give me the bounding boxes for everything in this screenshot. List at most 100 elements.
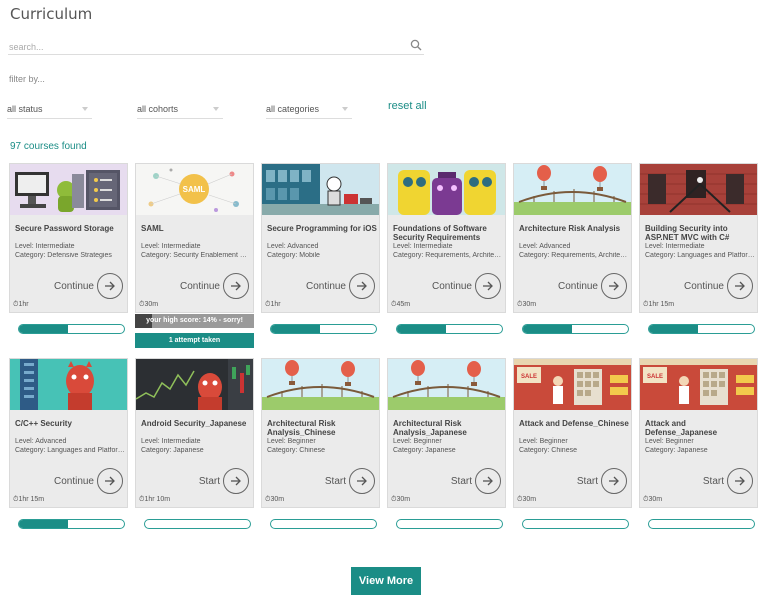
category-filter-dropdown[interactable]: all categories xyxy=(266,100,352,119)
course-arrow-button[interactable] xyxy=(97,468,123,494)
course-duration: ⏱30m xyxy=(517,496,537,503)
search-icon[interactable] xyxy=(410,39,422,51)
course-card[interactable]: Architectural Risk Analysis_Chinese Leve… xyxy=(261,358,380,508)
arrow-right-icon xyxy=(609,476,619,486)
course-category: Category: Japanese xyxy=(141,447,204,454)
high-score-text: your high score: 14% - sorry! xyxy=(146,317,243,324)
course-level: Level: Advanced xyxy=(267,243,319,250)
view-more-button[interactable]: View More xyxy=(351,567,421,595)
course-progress-bar xyxy=(522,519,629,529)
course-progress-bar xyxy=(144,519,251,529)
course-card[interactable]: SALE Attack and Defense_Japanese Level: … xyxy=(639,358,758,508)
course-title: Building Security into ASP.NET MVC with … xyxy=(645,224,730,242)
course-thumbnail xyxy=(640,164,757,215)
course-category: Category: Chinese xyxy=(519,447,577,454)
course-title: Architectural Risk Analysis_Chinese xyxy=(267,419,336,437)
course-action-label[interactable]: Continue xyxy=(432,281,472,292)
course-card[interactable]: Architectural Risk Analysis_Japanese Lev… xyxy=(387,358,506,508)
course-thumbnail xyxy=(388,164,505,215)
course-duration: ⏱1hr 10m xyxy=(139,496,171,503)
course-arrow-button[interactable] xyxy=(349,273,375,299)
status-filter-dropdown[interactable]: all status xyxy=(7,100,92,119)
course-action-label[interactable]: Start xyxy=(451,476,472,487)
course-progress-bar xyxy=(648,519,755,529)
course-title: SAML xyxy=(141,224,164,233)
status-filter-value: all status xyxy=(7,104,43,114)
arrow-right-icon xyxy=(105,476,115,486)
course-thumbnail: SALE xyxy=(640,359,757,410)
course-title: C/C++ Security xyxy=(15,419,72,428)
cohort-filter-dropdown[interactable]: all cohorts xyxy=(137,100,223,119)
course-level: Level: Intermediate xyxy=(141,438,201,445)
course-card[interactable]: Secure Password Storage Level: Intermedi… xyxy=(9,163,128,313)
progress-fill xyxy=(397,325,447,333)
course-level: Level: Intermediate xyxy=(393,243,453,250)
course-arrow-button[interactable] xyxy=(475,468,501,494)
course-action-label[interactable]: Start xyxy=(703,476,724,487)
arrow-right-icon xyxy=(357,476,367,486)
course-action-label[interactable]: Continue xyxy=(54,281,94,292)
course-card[interactable]: Building Security into ASP.NET MVC with … xyxy=(639,163,758,313)
course-category: Category: Security Enablement Serv... xyxy=(141,252,251,259)
course-arrow-button[interactable] xyxy=(223,273,249,299)
course-card[interactable]: C/C++ Security Level: Advanced Category:… xyxy=(9,358,128,508)
course-card[interactable]: Android Security_Japanese Level: Interme… xyxy=(135,358,254,508)
progress-fill xyxy=(19,520,69,528)
courses-found-count: 97 courses found xyxy=(10,141,87,152)
course-arrow-button[interactable] xyxy=(601,273,627,299)
course-duration: ⏱30m xyxy=(265,496,285,503)
course-category: Category: Languages and Platforms xyxy=(15,447,125,454)
course-duration: ⏱1hr 15m xyxy=(13,496,45,503)
course-action-label[interactable]: Continue xyxy=(180,281,220,292)
course-arrow-button[interactable] xyxy=(97,273,123,299)
arrow-right-icon xyxy=(735,281,745,291)
course-duration: ⏱30m xyxy=(643,496,663,503)
course-card[interactable]: Foundations of Software Security Require… xyxy=(387,163,506,313)
course-category: Category: Chinese xyxy=(267,447,325,454)
course-level: Level: Beginner xyxy=(267,438,316,445)
reset-all-link[interactable]: reset all xyxy=(388,100,427,112)
course-level: Level: Beginner xyxy=(519,438,568,445)
page-title: Curriculum xyxy=(10,5,93,23)
course-level: Level: Intermediate xyxy=(141,243,201,250)
course-duration: ⏱30m xyxy=(517,301,537,308)
course-card[interactable]: Secure Programming for iOS Level: Advanc… xyxy=(261,163,380,313)
course-arrow-button[interactable] xyxy=(475,273,501,299)
course-action-label[interactable]: Start xyxy=(199,476,220,487)
course-action-label[interactable]: Start xyxy=(325,476,346,487)
course-card[interactable]: Architecture Risk Analysis Level: Advanc… xyxy=(513,163,632,313)
progress-fill xyxy=(19,325,69,333)
course-duration: ⏱45m xyxy=(391,301,411,308)
course-title: Foundations of Software Security Require… xyxy=(393,224,487,242)
course-card[interactable]: SALE Attack and Defense_Chinese Level: B… xyxy=(513,358,632,508)
chevron-down-icon xyxy=(82,107,88,111)
arrow-right-icon xyxy=(357,281,367,291)
course-arrow-button[interactable] xyxy=(727,468,753,494)
course-category: Category: Defensive Strategies xyxy=(15,252,112,259)
svg-text:SALE: SALE xyxy=(647,374,663,380)
arrow-right-icon xyxy=(609,281,619,291)
course-action-label[interactable]: Continue xyxy=(54,476,94,487)
course-thumbnail xyxy=(136,359,253,410)
search-input[interactable] xyxy=(8,39,404,55)
course-arrow-button[interactable] xyxy=(223,468,249,494)
course-card[interactable]: SAML SAML Level: Intermediate Category: … xyxy=(135,163,254,313)
course-action-label[interactable]: Continue xyxy=(558,281,598,292)
arrow-right-icon xyxy=(231,281,241,291)
cohort-filter-value: all cohorts xyxy=(137,104,179,114)
course-action-label[interactable]: Continue xyxy=(306,281,346,292)
course-action-label[interactable]: Start xyxy=(577,476,598,487)
course-level: Level: Advanced xyxy=(519,243,571,250)
course-thumbnail xyxy=(262,164,379,215)
category-filter-value: all categories xyxy=(266,104,320,114)
course-progress-bar xyxy=(522,324,629,334)
course-title: Secure Password Storage xyxy=(15,224,114,233)
svg-text:SAML: SAML xyxy=(183,185,206,194)
course-arrow-button[interactable] xyxy=(727,273,753,299)
course-category: Category: Requirements, Architectu... xyxy=(519,252,629,259)
course-arrow-button[interactable] xyxy=(601,468,627,494)
course-duration: ⏱1hr 15m xyxy=(643,301,675,308)
course-action-label[interactable]: Continue xyxy=(684,281,724,292)
course-arrow-button[interactable] xyxy=(349,468,375,494)
chevron-down-icon xyxy=(213,107,219,111)
